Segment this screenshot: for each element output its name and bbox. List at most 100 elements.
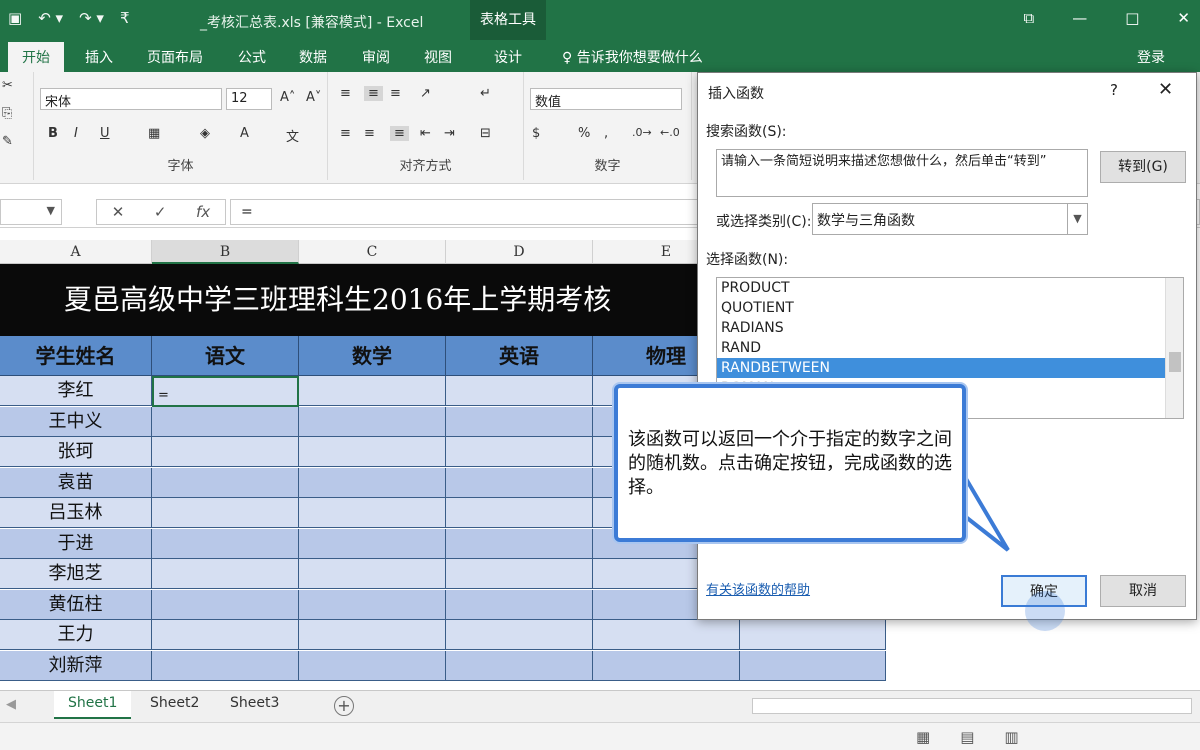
score-cell[interactable]: [446, 498, 593, 528]
tab-review[interactable]: 审阅: [362, 47, 390, 67]
save-icon[interactable]: ▣: [8, 9, 22, 27]
student-name-cell[interactable]: 吕玉林: [0, 498, 152, 528]
tab-insert[interactable]: 插入: [85, 47, 113, 67]
tell-me-search[interactable]: ♀ 告诉我你想要做什么: [562, 47, 703, 67]
orientation-icon[interactable]: ↗: [420, 86, 431, 101]
tab-data[interactable]: 数据: [299, 47, 327, 67]
cancel-formula-button[interactable]: ✕: [112, 203, 125, 221]
help-icon[interactable]: ?: [1110, 81, 1118, 99]
top-align-icon[interactable]: ≡: [340, 86, 351, 101]
comma-style-button[interactable]: ,: [604, 126, 608, 141]
score-cell[interactable]: [152, 406, 299, 437]
score-cell[interactable]: [152, 589, 299, 620]
middle-align-icon[interactable]: ≡: [364, 86, 383, 101]
merge-center-icon[interactable]: ⊟: [480, 126, 491, 141]
score-cell[interactable]: [152, 437, 299, 467]
page-layout-view-icon[interactable]: ▤: [960, 728, 974, 746]
student-name-cell[interactable]: 李红: [0, 376, 152, 406]
score-cell[interactable]: [299, 620, 446, 650]
format-painter-icon[interactable]: ✎: [2, 134, 13, 149]
score-cell[interactable]: [299, 528, 446, 559]
function-list-scrollbar[interactable]: [1165, 278, 1183, 418]
cut-icon[interactable]: ✂: [2, 78, 13, 93]
underline-button[interactable]: U: [100, 126, 110, 141]
score-cell[interactable]: [299, 406, 446, 437]
score-cell[interactable]: [299, 650, 446, 681]
sign-in-link[interactable]: 登录: [1137, 47, 1165, 67]
font-color-button[interactable]: A: [240, 126, 249, 141]
add-sheet-button[interactable]: +: [334, 696, 354, 716]
score-cell[interactable]: [446, 376, 593, 406]
tab-home[interactable]: 开始: [8, 42, 64, 72]
ribbon-display-icon[interactable]: ⧉: [1024, 9, 1035, 27]
sheet-tab-3[interactable]: Sheet3: [216, 691, 293, 719]
grow-font-icon[interactable]: A˄: [280, 90, 295, 105]
number-format-select[interactable]: 数值: [530, 88, 682, 110]
shrink-font-icon[interactable]: A˅: [306, 90, 321, 105]
percent-button[interactable]: %: [578, 126, 590, 141]
undo-icon[interactable]: ↶ ▾: [38, 9, 63, 27]
student-name-cell[interactable]: 于进: [0, 528, 152, 559]
score-cell[interactable]: [446, 589, 593, 620]
close-icon[interactable]: ✕: [1158, 79, 1173, 100]
increase-indent-icon[interactable]: ⇥: [444, 126, 455, 141]
tab-formulas[interactable]: 公式: [238, 47, 266, 67]
minimize-icon[interactable]: —: [1072, 9, 1087, 27]
header-cell-english[interactable]: 英语: [446, 336, 593, 376]
function-item[interactable]: RAND: [717, 338, 1183, 358]
close-window-icon[interactable]: ✕: [1177, 9, 1190, 27]
align-left-icon[interactable]: ≡: [340, 126, 351, 141]
go-button[interactable]: 转到(G): [1100, 151, 1186, 183]
student-name-cell[interactable]: 袁苗: [0, 467, 152, 498]
student-name-cell[interactable]: 王力: [0, 620, 152, 650]
function-help-link[interactable]: 有关该函数的帮助: [706, 579, 810, 598]
decrease-decimal-icon[interactable]: ←.0: [660, 126, 680, 139]
score-cell[interactable]: [446, 467, 593, 498]
column-header-b[interactable]: B: [152, 240, 299, 264]
function-item[interactable]: RADIANS: [717, 318, 1183, 338]
sheet-tab-2[interactable]: Sheet2: [136, 691, 213, 719]
function-item[interactable]: PRODUCT: [717, 278, 1183, 298]
score-cell[interactable]: [299, 437, 446, 467]
scrollbar-thumb[interactable]: [1169, 352, 1181, 372]
wrap-text-icon[interactable]: ↵: [480, 86, 491, 101]
score-cell[interactable]: [152, 528, 299, 559]
normal-view-icon[interactable]: ▦: [916, 728, 930, 746]
score-cell[interactable]: [446, 650, 593, 681]
copy-icon[interactable]: ⎘: [2, 106, 12, 121]
search-function-input[interactable]: 请输入一条简短说明来描述您想做什么，然后单击“转到”: [716, 149, 1088, 197]
score-cell[interactable]: [152, 467, 299, 498]
fill-color-icon[interactable]: ◈: [200, 126, 210, 141]
insert-function-button[interactable]: fx: [196, 203, 210, 221]
header-cell-name[interactable]: 学生姓名: [0, 336, 152, 376]
cancel-button[interactable]: 取消: [1100, 575, 1186, 607]
font-size-select[interactable]: 12: [226, 88, 272, 110]
column-header-c[interactable]: C: [299, 240, 446, 264]
score-cell[interactable]: [299, 376, 446, 406]
customize-qat-icon[interactable]: ₹: [120, 9, 130, 27]
function-item[interactable]: QUOTIENT: [717, 298, 1183, 318]
maximize-icon[interactable]: □: [1125, 9, 1139, 27]
font-name-select[interactable]: 宋体: [40, 88, 222, 110]
column-header-d[interactable]: D: [446, 240, 593, 264]
student-name-cell[interactable]: 黄伍柱: [0, 589, 152, 620]
active-cell-b3[interactable]: =: [152, 376, 299, 407]
header-cell-chinese[interactable]: 语文: [152, 336, 299, 376]
sheet-tab-1[interactable]: Sheet1: [54, 691, 132, 719]
score-cell[interactable]: [299, 467, 446, 498]
score-cell[interactable]: [299, 559, 446, 589]
score-cell[interactable]: [152, 620, 299, 650]
score-cell[interactable]: [299, 498, 446, 528]
student-name-cell[interactable]: 刘新萍: [0, 650, 152, 681]
score-cell[interactable]: [593, 620, 740, 650]
score-cell[interactable]: [152, 559, 299, 589]
score-cell[interactable]: [446, 528, 593, 559]
score-cell[interactable]: [446, 406, 593, 437]
student-name-cell[interactable]: 李旭芝: [0, 559, 152, 589]
tab-page-layout[interactable]: 页面布局: [147, 47, 203, 67]
function-item[interactable]: RANDBETWEEN: [717, 358, 1183, 378]
enter-formula-button[interactable]: ✓: [154, 203, 167, 221]
redo-icon[interactable]: ↷ ▾: [79, 9, 104, 27]
scroll-left-icon[interactable]: ◀: [6, 697, 16, 712]
score-cell[interactable]: [740, 620, 886, 650]
